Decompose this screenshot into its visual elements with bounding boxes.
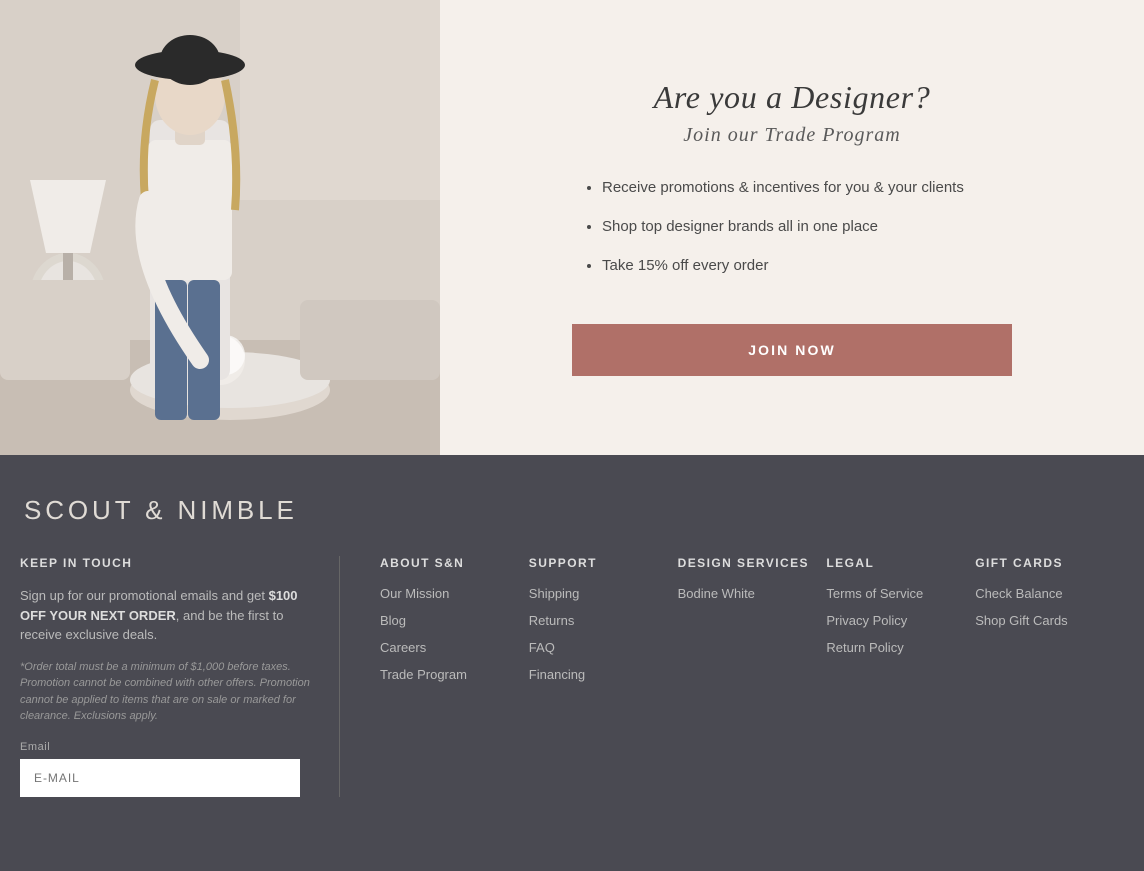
hero-content: Are you a Designer? Join our Trade Progr… xyxy=(440,0,1144,455)
footer: SCOUT & NIMBLE KEEP IN TOUCH Sign up for… xyxy=(0,455,1144,871)
hero-title: Are you a Designer? xyxy=(654,79,931,116)
brand-logo: SCOUT & NIMBLE xyxy=(20,495,1124,526)
join-now-button[interactable]: JOIN NOW xyxy=(572,324,1012,376)
legal-col-title: LEGAL xyxy=(826,556,965,570)
footer-link-trade-program[interactable]: Trade Program xyxy=(380,667,519,682)
footer-col-about: ABOUT S&N Our Mission Blog Careers Trade… xyxy=(380,556,529,797)
email-input[interactable] xyxy=(20,759,300,797)
email-label: Email xyxy=(20,741,319,753)
keep-in-touch-section: KEEP IN TOUCH Sign up for our promotiona… xyxy=(20,556,340,797)
hero-bullet-1: Receive promotions & incentives for you … xyxy=(602,177,1002,198)
keep-in-touch-title: KEEP IN TOUCH xyxy=(20,556,319,570)
footer-link-bodine-white[interactable]: Bodine White xyxy=(678,586,817,601)
design-services-col-title: DESIGN SERVICES xyxy=(678,556,817,570)
gift-cards-col-title: GIFT CARDS xyxy=(975,556,1114,570)
hero-image xyxy=(0,0,440,455)
keep-in-touch-body: Sign up for our promotional emails and g… xyxy=(20,586,319,645)
footer-link-returns[interactable]: Returns xyxy=(529,613,668,628)
footer-link-faq[interactable]: FAQ xyxy=(529,640,668,655)
footer-col-legal: LEGAL Terms of Service Privacy Policy Re… xyxy=(826,556,975,797)
keep-in-touch-note: *Order total must be a minimum of $1,000… xyxy=(20,659,319,725)
hero-bullets: Receive promotions & incentives for you … xyxy=(582,177,1002,294)
hero-section: Are you a Designer? Join our Trade Progr… xyxy=(0,0,1144,455)
footer-link-return-policy[interactable]: Return Policy xyxy=(826,640,965,655)
footer-col-support: SUPPORT Shipping Returns FAQ Financing xyxy=(529,556,678,797)
footer-link-shop-gift-cards[interactable]: Shop Gift Cards xyxy=(975,613,1114,628)
footer-link-privacy-policy[interactable]: Privacy Policy xyxy=(826,613,965,628)
hero-subtitle: Join our Trade Program xyxy=(683,124,900,147)
footer-link-terms[interactable]: Terms of Service xyxy=(826,586,965,601)
hero-bullet-3: Take 15% off every order xyxy=(602,255,1002,276)
keep-in-touch-body-text: Sign up for our promotional emails and g… xyxy=(20,588,269,603)
footer-col-design-services: DESIGN SERVICES Bodine White xyxy=(678,556,827,797)
footer-link-check-balance[interactable]: Check Balance xyxy=(975,586,1114,601)
footer-link-careers[interactable]: Careers xyxy=(380,640,519,655)
footer-content: KEEP IN TOUCH Sign up for our promotiona… xyxy=(20,556,1124,797)
footer-link-blog[interactable]: Blog xyxy=(380,613,519,628)
footer-link-our-mission[interactable]: Our Mission xyxy=(380,586,519,601)
support-col-title: SUPPORT xyxy=(529,556,668,570)
footer-links-area: ABOUT S&N Our Mission Blog Careers Trade… xyxy=(340,556,1124,797)
about-col-title: ABOUT S&N xyxy=(380,556,519,570)
hero-bullet-2: Shop top designer brands all in one plac… xyxy=(602,216,1002,237)
footer-col-gift-cards: GIFT CARDS Check Balance Shop Gift Cards xyxy=(975,556,1124,797)
footer-link-shipping[interactable]: Shipping xyxy=(529,586,668,601)
footer-link-financing[interactable]: Financing xyxy=(529,667,668,682)
